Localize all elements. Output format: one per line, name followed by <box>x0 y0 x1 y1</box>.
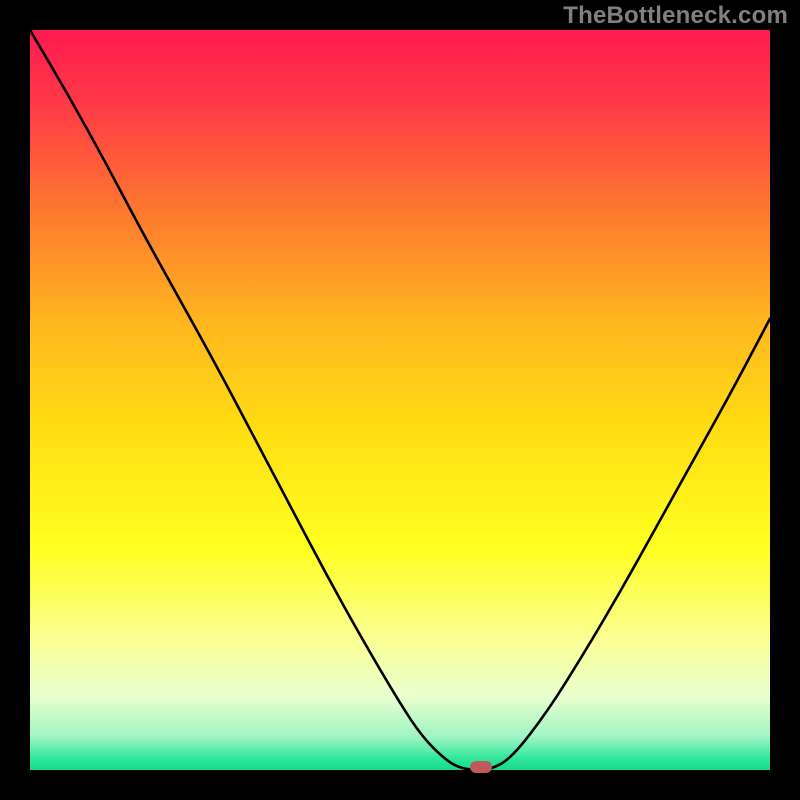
plot-svg <box>30 30 770 770</box>
minimum-marker <box>470 761 492 773</box>
watermark-text: TheBottleneck.com <box>563 2 788 30</box>
chart-frame: TheBottleneck.com <box>0 0 800 800</box>
gradient-background <box>30 30 770 770</box>
plot-area <box>30 30 770 770</box>
